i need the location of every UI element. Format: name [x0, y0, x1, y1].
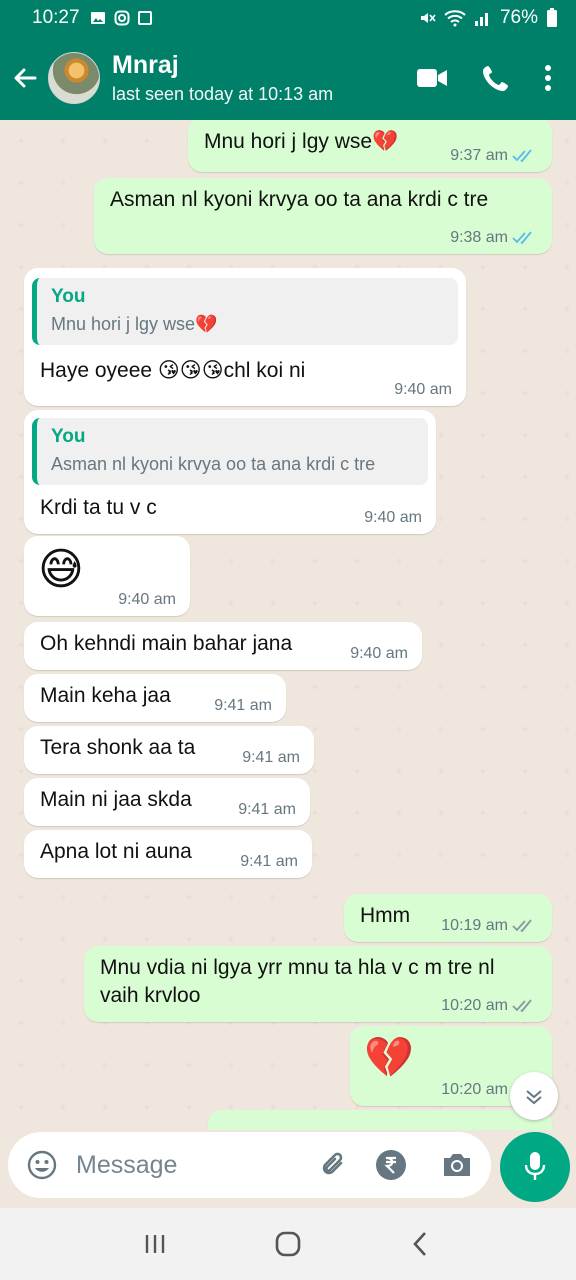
attach-icon[interactable]: [319, 1149, 349, 1181]
message-in-reply[interactable]: You Mnu hori j lgy wse💔 Haye oyeee 😘😘😘ch…: [24, 268, 466, 406]
quote-author: You: [51, 426, 86, 447]
delivered-ticks-icon: [512, 919, 532, 933]
emoji-message: 💔: [364, 1036, 414, 1080]
scroll-to-bottom-button[interactable]: [510, 1072, 558, 1120]
contact-avatar[interactable]: [48, 52, 100, 104]
message-time: 9:40 am: [394, 381, 452, 398]
message-time: 9:40 am: [118, 591, 176, 608]
message-meta: 10:19 am: [441, 917, 538, 935]
message-meta: 9:40 am: [364, 509, 422, 527]
message-time: 10:20 am: [441, 997, 508, 1014]
phone-icon[interactable]: [482, 64, 510, 92]
message-in[interactable]: Oh kehndi main bahar jana 9:40 am: [24, 622, 422, 670]
message-time: 9:40 am: [364, 509, 422, 526]
message-time: 9:38 am: [450, 229, 508, 246]
contact-name: Mnraj: [112, 51, 179, 79]
message-in-reply[interactable]: You Asman nl kyoni krvya oo ta ana krdi …: [24, 410, 436, 534]
message-out[interactable]: Mnu vdia ni lgya yrr mnu ta hla v c m tr…: [84, 946, 552, 1022]
message-text: Main ni jaa skda: [40, 788, 192, 811]
message-meta: 9:41 am: [242, 749, 300, 767]
message-text: Asman nl kyoni krvya oo ta ana krdi c tr…: [110, 188, 489, 211]
home-icon[interactable]: [274, 1230, 302, 1258]
chat-area[interactable]: Mnu hori j lgy wse💔 9:37 am Asman nl kyo…: [0, 120, 576, 1130]
battery-icon: [547, 8, 557, 27]
message-meta: 9:41 am: [214, 697, 272, 715]
message-meta: 9:40 am: [394, 381, 452, 399]
message-meta: 9:41 am: [238, 801, 296, 819]
message-meta: 9:40 am: [118, 591, 176, 609]
more-vert-icon[interactable]: [544, 65, 552, 91]
message-input-container[interactable]: Message: [8, 1132, 491, 1198]
message-in[interactable]: Apna lot ni auna 9:41 am: [24, 830, 312, 878]
wifi-icon: [444, 10, 466, 27]
contact-info[interactable]: Mnraj last seen today at 10:13 am: [112, 51, 333, 105]
message-meta: 10:20 am: [441, 997, 538, 1015]
message-time: 9:41 am: [214, 697, 272, 714]
message-out-partial[interactable]: [208, 1110, 552, 1130]
message-in[interactable]: Main ni jaa skda 9:41 am: [24, 778, 310, 826]
status-notification-icons: [90, 10, 152, 26]
signal-icon: [474, 13, 488, 26]
quote-text: Mnu hori j lgy wse💔: [51, 314, 218, 334]
message-meta: 9:38 am: [450, 229, 538, 247]
message-in[interactable]: Main keha jaa 9:41 am: [24, 674, 286, 722]
back-arrow-icon: [14, 68, 37, 88]
back-button[interactable]: [2, 36, 48, 120]
voice-message-button[interactable]: [500, 1132, 570, 1202]
message-time: 9:41 am: [240, 853, 298, 870]
chevron-down-icon: [526, 1090, 542, 1105]
message-time: 9:41 am: [238, 801, 296, 818]
message-time: 9:40 am: [350, 645, 408, 662]
message-out[interactable]: Hmm 10:19 am: [344, 894, 552, 942]
message-in[interactable]: Tera shonk aa ta 9:41 am: [24, 726, 314, 774]
quote-author: You: [51, 286, 86, 307]
message-meta: 9:40 am: [350, 645, 408, 663]
delivered-ticks-icon: [512, 999, 532, 1013]
mic-icon: [524, 1152, 546, 1180]
message-text: Main keha jaa: [40, 684, 171, 707]
quote-text: Asman nl kyoni krvya oo ta ana krdi c tr…: [51, 454, 376, 474]
system-nav-bar: [0, 1208, 576, 1280]
quoted-message[interactable]: You Mnu hori j lgy wse💔: [32, 278, 458, 345]
read-ticks-icon: [512, 149, 532, 163]
message-out[interactable]: Mnu hori j lgy wse💔 9:37 am: [188, 120, 552, 172]
camera-icon[interactable]: [441, 1151, 473, 1179]
message-text: Krdi ta tu v c: [40, 496, 157, 519]
emoji-message: 😅: [38, 545, 84, 594]
emoji-icon[interactable]: [26, 1149, 58, 1181]
quoted-message[interactable]: You Asman nl kyoni krvya oo ta ana krdi …: [32, 418, 428, 485]
message-out[interactable]: Asman nl kyoni krvya oo ta ana krdi c tr…: [94, 178, 552, 254]
message-text: Mnu hori j lgy wse💔: [204, 130, 399, 153]
gallery-notification-icon: [90, 12, 105, 24]
message-text: Tera shonk aa ta: [40, 736, 196, 759]
status-bar: 10:27 76%: [0, 0, 576, 36]
instagram-notification-icon: [114, 10, 130, 26]
last-seen-status: last seen today at 10:13 am: [112, 84, 334, 104]
message-text: Hmm: [360, 904, 411, 927]
app-notification-icon: [137, 11, 152, 25]
message-meta: 9:41 am: [240, 853, 298, 871]
message-meta: 9:37 am: [450, 147, 538, 165]
read-ticks-icon: [512, 231, 532, 245]
message-text: Apna lot ni auna: [40, 840, 192, 863]
message-in[interactable]: 😅 9:40 am: [24, 536, 190, 616]
message-input[interactable]: Message: [76, 1151, 319, 1180]
video-call-icon[interactable]: [416, 67, 448, 89]
message-text: Haye oyeee 😘😘😘chl koi ni: [40, 359, 306, 382]
header-actions: [416, 64, 576, 92]
nav-back-icon[interactable]: [409, 1230, 433, 1258]
message-time: 9:37 am: [450, 147, 508, 164]
message-text: Oh kehndi main bahar jana: [40, 632, 293, 655]
rupee-icon[interactable]: [375, 1149, 407, 1181]
message-time: 9:41 am: [242, 749, 300, 766]
status-system-icons: 76%: [418, 7, 558, 29]
message-time: 10:20 am: [441, 1081, 508, 1098]
message-time: 10:19 am: [441, 917, 508, 934]
status-time: 10:27: [32, 7, 80, 28]
recent-apps-icon[interactable]: [143, 1232, 167, 1256]
composer: Message: [0, 1130, 576, 1208]
battery-percent: 76%: [499, 7, 538, 28]
mute-icon: [420, 13, 436, 23]
chat-header: Mnraj last seen today at 10:13 am: [0, 36, 576, 120]
